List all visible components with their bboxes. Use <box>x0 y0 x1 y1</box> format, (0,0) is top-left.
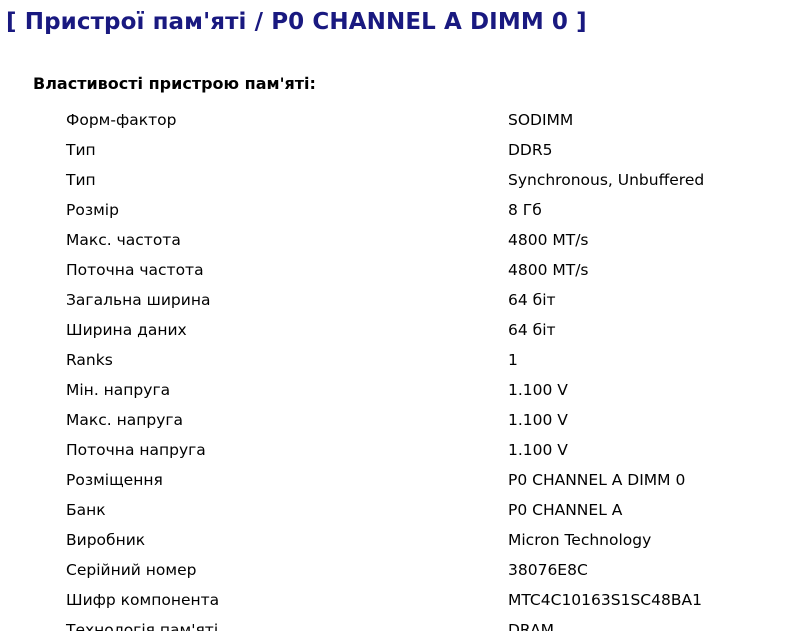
property-label: Макс. частота <box>66 231 181 249</box>
property-value: 4800 MT/s <box>508 261 589 279</box>
property-label: Поточна частота <box>66 261 204 279</box>
property-row: Макс. частота 4800 MT/s <box>0 225 811 255</box>
property-value: P0 CHANNEL A DIMM 0 <box>508 471 686 489</box>
section-heading-memory-device-properties: Властивості пристрою пам'яті: <box>33 74 316 93</box>
property-label: Розмір <box>66 201 119 219</box>
property-value: MTC4C10163S1SC48BA1 <box>508 591 702 609</box>
property-value: 38076E8C <box>508 561 588 579</box>
property-row: Виробник Micron Technology <box>0 525 811 555</box>
property-row: Банк P0 CHANNEL A <box>0 495 811 525</box>
property-row: Ranks 1 <box>0 345 811 375</box>
property-value: 64 біт <box>508 291 556 309</box>
property-label: Тип <box>66 141 96 159</box>
property-row: Розміщення P0 CHANNEL A DIMM 0 <box>0 465 811 495</box>
property-label: Ширина даних <box>66 321 187 339</box>
property-value: Synchronous, Unbuffered <box>508 171 705 189</box>
property-value: 1.100 V <box>508 441 568 459</box>
property-value: 1 <box>508 351 518 369</box>
property-label: Серійний номер <box>66 561 197 579</box>
property-label: Форм-фактор <box>66 111 177 129</box>
property-row: Ширина даних 64 біт <box>0 315 811 345</box>
property-label: Банк <box>66 501 106 519</box>
property-label: Ranks <box>66 351 113 369</box>
property-value: P0 CHANNEL A <box>508 501 623 519</box>
property-label: Макс. напруга <box>66 411 184 429</box>
property-value: DDR5 <box>508 141 553 159</box>
property-label: Технологія пам'яті <box>66 621 219 631</box>
property-row: Шифр компонента MTC4C10163S1SC48BA1 <box>0 585 811 615</box>
property-row: Розмір 8 Гб <box>0 195 811 225</box>
property-value: Micron Technology <box>508 531 652 549</box>
property-label: Виробник <box>66 531 146 549</box>
property-row: Форм-фактор SODIMM <box>0 105 811 135</box>
memory-device-properties-table: Форм-фактор SODIMM Тип DDR5 Тип Synchronous, … <box>0 105 811 631</box>
property-value: 64 біт <box>508 321 556 339</box>
property-value: 1.100 V <box>508 381 568 399</box>
page-title: [ Пристрої пам'яті / P0 CHANNEL A DIMM 0… <box>6 9 587 35</box>
property-label: Розміщення <box>66 471 163 489</box>
property-row: Технологія пам'яті DRAM <box>0 615 811 631</box>
property-row: Загальна ширина 64 біт <box>0 285 811 315</box>
property-label: Мін. напруга <box>66 381 171 399</box>
property-value: DRAM <box>508 621 555 631</box>
property-row: Макс. напруга 1.100 V <box>0 405 811 435</box>
memory-device-report-page: [ Пристрої пам'яті / P0 CHANNEL A DIMM 0… <box>0 0 811 631</box>
property-row: Поточна частота 4800 MT/s <box>0 255 811 285</box>
property-label: Поточна напруга <box>66 441 206 459</box>
property-row: Мін. напруга 1.100 V <box>0 375 811 405</box>
property-label: Тип <box>66 171 96 189</box>
property-value: 8 Гб <box>508 201 542 219</box>
property-value: 1.100 V <box>508 411 568 429</box>
property-row: Серійний номер 38076E8C <box>0 555 811 585</box>
property-label: Шифр компонента <box>66 591 220 609</box>
property-value: 4800 MT/s <box>508 231 589 249</box>
property-row: Тип Synchronous, Unbuffered <box>0 165 811 195</box>
property-label: Загальна ширина <box>66 291 211 309</box>
property-row: Поточна напруга 1.100 V <box>0 435 811 465</box>
property-value: SODIMM <box>508 111 574 129</box>
property-row: Тип DDR5 <box>0 135 811 165</box>
